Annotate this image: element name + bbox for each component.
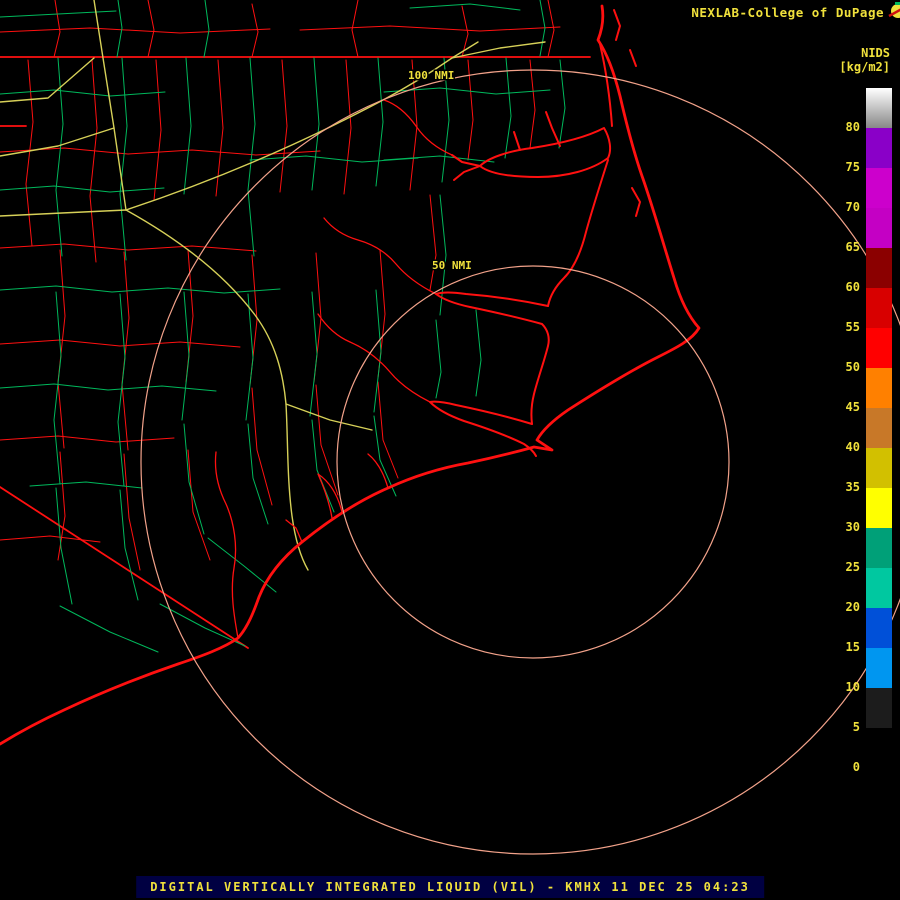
scale-label-25: 25 [845, 560, 860, 574]
vil-color-scale [866, 88, 892, 768]
scale-segment-5-10 [866, 688, 892, 728]
scale-label-45: 45 [845, 400, 860, 414]
range-ring-100nmi [140, 69, 900, 855]
scale-label-5: 5 [852, 720, 860, 734]
scale-label-20: 20 [845, 600, 860, 614]
scale-segment-60-65 [866, 248, 892, 288]
scale-label-30: 30 [845, 520, 860, 534]
range-rings [140, 69, 900, 855]
scale-label-0: 0 [852, 760, 860, 774]
scale-segment-45-50 [866, 368, 892, 408]
scale-label-70: 70 [845, 200, 860, 214]
range-ring-50nmi [336, 265, 730, 659]
product-title-bar: DIGITAL VERTICALLY INTEGRATED LIQUID (VI… [136, 876, 764, 898]
radar-display: 100 NMI 50 NMI NEXLAB-College of DuPage … [0, 0, 900, 900]
scale-segment-10-15 [866, 648, 892, 688]
ring-label-100nmi: 100 NMI [408, 69, 454, 82]
scale-label-60: 60 [845, 280, 860, 294]
county-mesh-green [0, 0, 566, 653]
units-label: [kg/m2] [839, 60, 890, 74]
product-title: DIGITAL VERTICALLY INTEGRATED LIQUID (VI… [150, 880, 750, 894]
scale-segment-55-60 [866, 288, 892, 328]
scale-segment-0-5 [866, 728, 892, 768]
scale-label-80: 80 [845, 120, 860, 134]
scale-label-75: 75 [845, 160, 860, 174]
scale-segment-20-25 [866, 568, 892, 608]
scale-segment-75-80 [866, 128, 892, 168]
scale-label-15: 15 [845, 640, 860, 654]
scale-segment-30-35 [866, 488, 892, 528]
highway-lines-yellow [0, 0, 546, 571]
scale-segment-70-75 [866, 168, 892, 208]
product-code: NIDS [861, 46, 890, 60]
ring-label-50nmi: 50 NMI [432, 259, 472, 272]
scale-label-55: 55 [845, 320, 860, 334]
scale-segment-15-20 [866, 608, 892, 648]
scale-labels: 80 75 70 65 60 55 50 45 40 35 30 25 20 15 10 5 0 [830, 88, 860, 778]
scale-label-40: 40 [845, 440, 860, 454]
radar-map: 100 NMI 50 NMI [0, 0, 900, 855]
scale-header: NIDS [kg/m2] [839, 46, 890, 74]
scale-segment-25-30 [866, 528, 892, 568]
scale-segment-40-45 [866, 408, 892, 448]
scale-label-35: 35 [845, 480, 860, 494]
scale-label-50: 50 [845, 360, 860, 374]
nexlab-logo-icon [887, 2, 900, 19]
scale-segment-50-55 [866, 328, 892, 368]
scale-segment-35-40 [866, 448, 892, 488]
state-border-lines [0, 56, 591, 649]
scale-label-10: 10 [845, 680, 860, 694]
brand-text: NEXLAB-College of DuPage [691, 5, 884, 20]
scale-segment-65-70 [866, 208, 892, 248]
scale-label-65: 65 [845, 240, 860, 254]
river-lines [214, 99, 453, 639]
road-mesh-red [0, 0, 561, 571]
scale-segment-gt80 [866, 88, 892, 128]
